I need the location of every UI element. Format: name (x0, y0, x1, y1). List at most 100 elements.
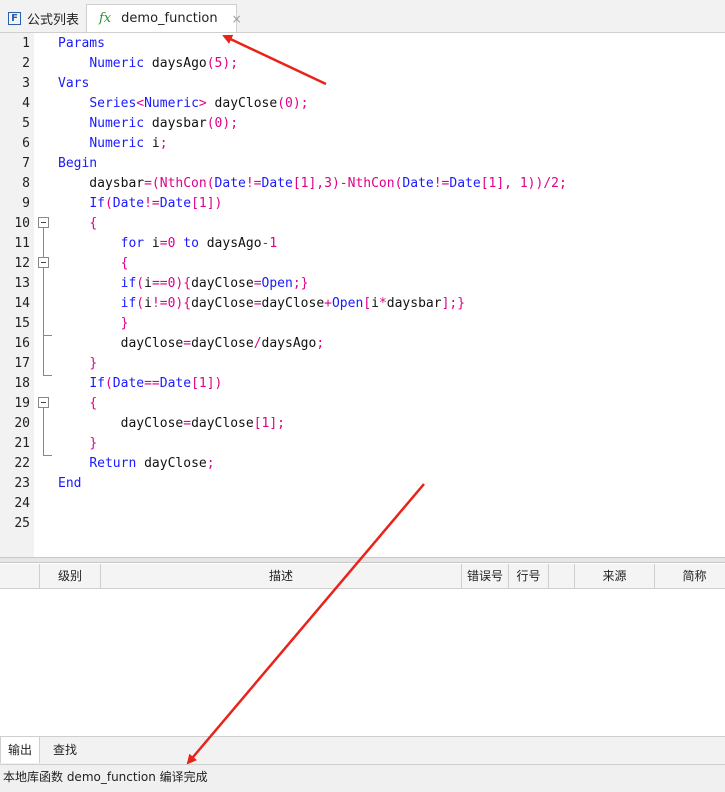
code-line[interactable]: Numeric i; (58, 134, 168, 154)
line-number: 5 (22, 116, 30, 131)
line-number: 7 (22, 156, 30, 171)
code-line[interactable]: If(Date!=Date[1]) (58, 194, 222, 214)
code-token: ; (159, 136, 168, 151)
code-line[interactable]: dayClose=dayClose[1]; (58, 414, 285, 434)
line-number: 14 (14, 296, 30, 311)
fold-toggle-icon[interactable] (38, 217, 49, 228)
code-line[interactable]: for i=0 to daysAgo-1 (58, 234, 278, 254)
tab-demo-function[interactable]: fx demo_function × (86, 4, 242, 32)
code-line[interactable]: { (58, 394, 97, 414)
code-editor[interactable]: 1 2 3 4 5 6 7 8 9 10 11 12 13 14 15 16 17 18 19 20 21 22 23 24 2… (0, 33, 725, 557)
column-header[interactable]: 错误号 (462, 564, 509, 588)
line-number: 10 (14, 216, 30, 231)
code-line[interactable]: Series<Numeric> dayClose(0); (58, 94, 309, 114)
code-token: ];} (441, 296, 466, 311)
code-token: Date (159, 196, 192, 211)
column-header[interactable]: 级别 (40, 564, 101, 588)
close-icon[interactable]: × (232, 12, 242, 26)
code-line[interactable]: End (58, 474, 81, 494)
code-token: ;} (292, 276, 309, 291)
code-line[interactable]: } (58, 354, 97, 374)
code-line[interactable]: dayClose=dayClose/daysAgo; (58, 334, 325, 354)
code-token: to (183, 236, 199, 251)
tab-find[interactable]: 查找 (46, 737, 84, 763)
code-token: = (253, 296, 262, 311)
column-header[interactable]: 行号 (509, 564, 549, 588)
message-grid-body[interactable] (0, 589, 725, 736)
code-token: dayClose (191, 416, 254, 431)
status-bar: 本地库函数 demo_function 编译完成 (0, 764, 725, 792)
code-line[interactable]: } (58, 434, 97, 454)
code-line[interactable]: Numeric daysbar(0); (58, 114, 238, 134)
code-token: dayClose (58, 416, 184, 431)
code-token: Date (402, 176, 434, 191)
code-line[interactable]: Vars (58, 74, 89, 94)
line-number: 25 (14, 516, 30, 531)
column-header[interactable] (549, 564, 575, 588)
code-line[interactable]: daysbar=(NthCon(Date!=Date[1],3)-NthCon(… (58, 174, 567, 194)
tab-formula-list[interactable]: F 公式列表 (0, 4, 86, 32)
code-line[interactable]: } (58, 314, 129, 334)
code-line[interactable]: if(i==0){dayClose=Open;} (58, 274, 309, 294)
code-line[interactable]: If(Date==Date[1]) (58, 374, 222, 394)
code-token: != (144, 196, 160, 211)
fold-end (43, 455, 52, 456)
column-header[interactable] (0, 564, 40, 588)
line-number: 15 (14, 316, 30, 331)
column-header[interactable]: 来源 (575, 564, 655, 588)
line-number: 8 (22, 176, 30, 191)
code-token: (0); (277, 96, 309, 111)
formula-list-icon: F (8, 11, 21, 25)
code-token: Numeric (89, 116, 145, 131)
code-token: } (120, 316, 129, 331)
line-number-gutter: 1 2 3 4 5 6 7 8 9 10 11 12 13 14 15 16 17 18 19 20 21 22 23 24 2… (0, 33, 34, 557)
code-token: = (183, 336, 192, 351)
line-number: 9 (22, 196, 30, 211)
code-token: dayClose (191, 336, 254, 351)
code-area[interactable]: Params Numeric daysAgo(5); Vars Series<Nu… (58, 33, 725, 557)
code-token: Date (261, 176, 293, 191)
code-token: daysAgo (198, 236, 262, 251)
line-number: 16 (14, 336, 30, 351)
code-token: i (144, 296, 152, 311)
code-token: ( (104, 196, 113, 211)
code-token: NthCon (347, 176, 395, 191)
code-token: i (371, 296, 379, 311)
code-token: [1], 1))/2; (480, 176, 567, 191)
code-token: [ (363, 296, 372, 311)
fold-toggle-icon[interactable] (38, 397, 49, 408)
splitter[interactable] (0, 557, 725, 563)
tab-output[interactable]: 输出 (0, 737, 41, 763)
code-token: Date (449, 176, 481, 191)
column-header[interactable]: 简称 (655, 564, 725, 588)
code-token: for (120, 236, 145, 251)
code-token: != (245, 176, 262, 191)
code-line[interactable]: { (58, 254, 129, 274)
fold-toggle-icon[interactable] (38, 257, 49, 268)
code-token: != (433, 176, 450, 191)
code-line[interactable]: Numeric daysAgo(5); (58, 54, 238, 74)
code-token: dayClose (261, 296, 325, 311)
code-line[interactable]: Params (58, 34, 105, 54)
message-grid-header: 级别 描述 错误号 行号 来源 简称 (0, 564, 725, 589)
code-token: Series (89, 96, 137, 111)
code-token: } (89, 356, 98, 371)
tab-formula-list-label: 公式列表 (27, 12, 80, 28)
code-line[interactable]: Return dayClose; (58, 454, 214, 474)
code-line[interactable]: if(i!=0){dayClose=dayClose+Open[i*daysba… (58, 294, 465, 314)
line-number: 19 (14, 396, 30, 411)
code-token: Open (331, 296, 364, 311)
code-token: / (253, 336, 262, 351)
code-token: Begin (58, 156, 98, 171)
code-line[interactable]: { (58, 214, 97, 234)
column-header[interactable]: 描述 (101, 564, 462, 588)
code-line[interactable]: Begin (58, 154, 97, 174)
code-token: > (198, 96, 207, 111)
line-number: 3 (22, 76, 30, 91)
code-token: + (324, 296, 332, 311)
